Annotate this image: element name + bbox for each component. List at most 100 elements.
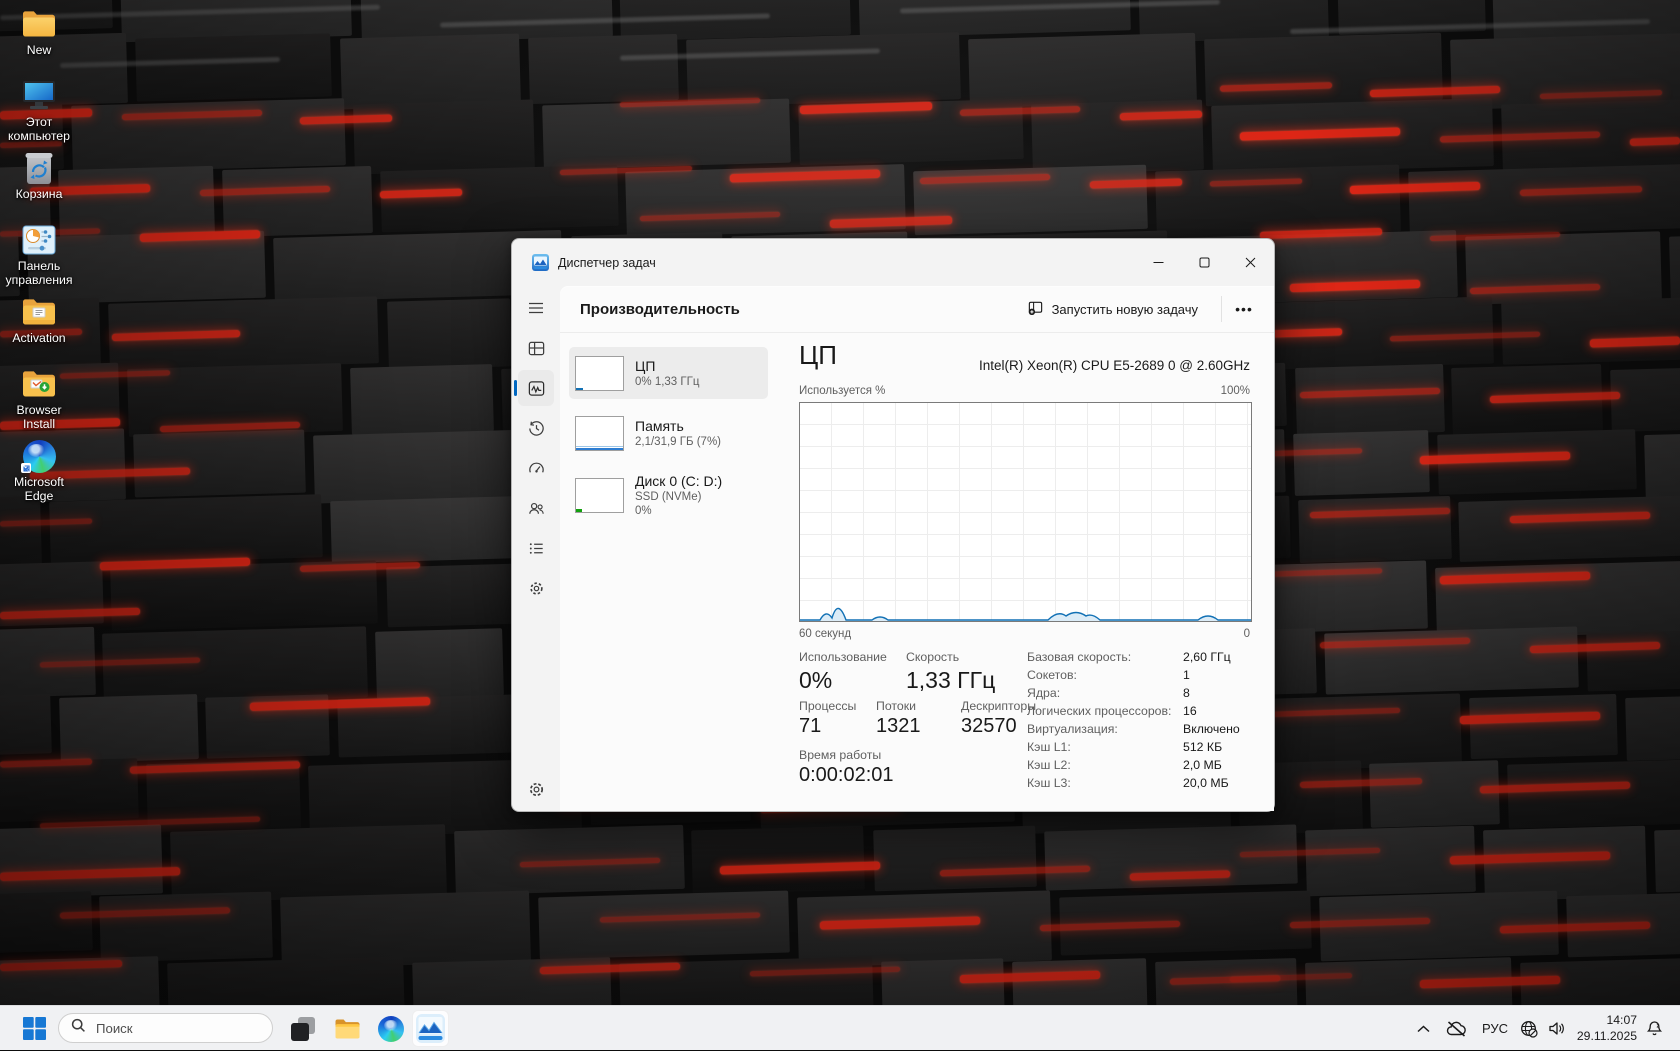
maximize-button[interactable] — [1181, 240, 1227, 285]
desktop-icon-label: Microsoft Edge — [0, 476, 78, 503]
tray-date: 29.11.2025 — [1577, 1029, 1637, 1045]
task-manager-app-icon — [532, 254, 549, 271]
search-input[interactable] — [94, 1020, 248, 1037]
svg-text:z: z — [1656, 1024, 1659, 1030]
content-card: Производительность Запустить новую задач… — [560, 286, 1274, 811]
recycle-bin-icon — [20, 150, 58, 186]
network-no-internet-icon[interactable] — [1516, 1006, 1542, 1051]
kv-value: 2,0 МБ — [1183, 758, 1222, 772]
onedrive-paused-icon[interactable] — [1442, 1006, 1470, 1051]
sidebar-item-users[interactable] — [518, 490, 554, 526]
desktop-icon-label: Этот компьютер — [0, 116, 78, 143]
start-button[interactable] — [20, 1006, 48, 1051]
sidebar-item-details[interactable] — [518, 530, 554, 566]
speed-label: Скорость — [906, 650, 959, 664]
desktop-icon-browser-install[interactable]: Browser Install — [0, 366, 78, 438]
computer-icon — [20, 78, 58, 114]
desktop-icon-column: New Этот компьютер — [0, 6, 78, 510]
taskbar-search[interactable] — [58, 1013, 273, 1043]
kv-value: 16 — [1183, 704, 1197, 718]
perf-item-subtitle2: 0% — [635, 504, 722, 518]
desktop-icon-new[interactable]: New — [0, 6, 78, 78]
volume-icon[interactable] — [1543, 1006, 1569, 1051]
chart-x-left-label: 60 секунд — [799, 628, 851, 640]
kv-label: Виртуализация: — [1027, 722, 1118, 736]
kv-value: 2,60 ГГц — [1183, 650, 1231, 664]
cpu-mini-chart — [575, 356, 624, 391]
more-options-icon[interactable]: ••• — [1228, 294, 1260, 324]
kv-label: Кэш L1: — [1027, 740, 1071, 754]
desktop-icon-label: Корзина — [16, 188, 63, 202]
header-divider — [1221, 296, 1222, 322]
search-icon — [71, 1018, 86, 1038]
cpu-section-title: ЦП — [799, 340, 837, 371]
task-manager-taskbar-button[interactable] — [412, 1010, 449, 1047]
kv-value: 512 КБ — [1183, 740, 1222, 754]
chart-y-label: Используется % — [799, 385, 885, 397]
kv-label: Ядра: — [1027, 686, 1060, 700]
task-manager-icon — [416, 1014, 445, 1043]
kv-label: Кэш L3: — [1027, 776, 1071, 790]
file-explorer-icon[interactable] — [332, 1006, 362, 1051]
desktop-icon-label: Browser Install — [0, 404, 78, 431]
settings-icon[interactable] — [518, 771, 554, 807]
control-panel-icon — [20, 222, 58, 258]
cpu-usage-chart — [799, 402, 1252, 622]
desktop-icon-activation[interactable]: Activation — [0, 294, 78, 366]
speed-value: 1,33 ГГц — [906, 667, 995, 694]
minimize-button[interactable] — [1135, 240, 1181, 285]
notification-bell-dnd-icon[interactable]: z — [1642, 1006, 1666, 1051]
sidebar-item-startup-apps[interactable] — [518, 450, 554, 486]
new-task-icon — [1027, 299, 1044, 319]
processes-label: Процессы — [799, 699, 856, 713]
chart-y-max-label: 100% — [1221, 385, 1250, 397]
task-manager-window: Диспетчер задач — [511, 238, 1275, 812]
window-title: Диспетчер задач — [558, 239, 656, 286]
desktop-icon-label: Activation — [12, 332, 65, 346]
language-indicator[interactable]: РУС — [1478, 1006, 1512, 1051]
kv-label: Кэш L2: — [1027, 758, 1071, 772]
usage-value: 0% — [799, 667, 832, 694]
edge-icon — [20, 438, 58, 474]
sidebar-item-performance[interactable] — [518, 370, 554, 406]
titlebar[interactable]: Диспетчер задач — [512, 239, 1274, 286]
desktop-icon-label: Панель управления — [0, 260, 78, 287]
taskbar: РУС 14:07 29.11.2025 z — [0, 1005, 1680, 1050]
desktop-icon-edge[interactable]: Microsoft Edge — [0, 438, 78, 510]
shortcut-arrow-badge — [21, 463, 31, 473]
kv-label: Сокетов: — [1027, 668, 1077, 682]
perf-list-item-memory[interactable]: Память 2,1/31,9 ГБ (7%) — [569, 406, 768, 460]
perf-item-subtitle: 2,1/31,9 ГБ (7%) — [635, 435, 721, 449]
folder-icon — [20, 6, 58, 42]
processes-value: 71 — [799, 715, 821, 738]
sidebar-item-app-history[interactable] — [518, 410, 554, 446]
threads-label: Потоки — [876, 699, 916, 713]
uptime-value: 0:00:02:01 — [799, 764, 894, 787]
kv-label: Базовая скорость: — [1027, 650, 1131, 664]
tray-chevron-up-icon[interactable] — [1410, 1006, 1436, 1051]
perf-item-subtitle: 0% 1,33 ГГц — [635, 375, 699, 389]
disk-mini-chart — [575, 478, 624, 513]
menu-icon[interactable] — [518, 290, 554, 326]
run-new-task-label: Запустить новую задачу — [1052, 302, 1198, 317]
handles-label: Дескрипторы — [961, 699, 1036, 713]
perf-list-item-disk0[interactable]: Диск 0 (C: D:) SSD (NVMe) 0% — [569, 467, 768, 524]
task-view-icon[interactable] — [288, 1006, 318, 1051]
handles-value: 32570 — [961, 715, 1017, 738]
desktop-icon-recycle-bin[interactable]: Корзина — [0, 150, 78, 222]
edge-taskbar-icon[interactable] — [376, 1006, 406, 1051]
folder-document-icon — [20, 294, 58, 330]
page-header: Производительность Запустить новую задач… — [560, 286, 1274, 333]
perf-list-item-cpu[interactable]: ЦП 0% 1,33 ГГц — [569, 347, 768, 399]
page-title: Производительность — [580, 286, 740, 332]
tray-clock[interactable]: 14:07 29.11.2025 — [1577, 1013, 1637, 1044]
desktop-icon-control-panel[interactable]: Панель управления — [0, 222, 78, 294]
tray-time: 14:07 — [1577, 1013, 1637, 1029]
run-new-task-button[interactable]: Запустить новую задачу — [1017, 294, 1208, 324]
perf-item-title: ЦП — [635, 358, 699, 375]
sidebar-item-services[interactable] — [518, 570, 554, 606]
sidebar-item-processes[interactable] — [518, 330, 554, 366]
desktop-icon-this-pc[interactable]: Этот компьютер — [0, 78, 78, 150]
close-button[interactable] — [1227, 240, 1273, 285]
desktop-icon-label: New — [27, 44, 52, 58]
